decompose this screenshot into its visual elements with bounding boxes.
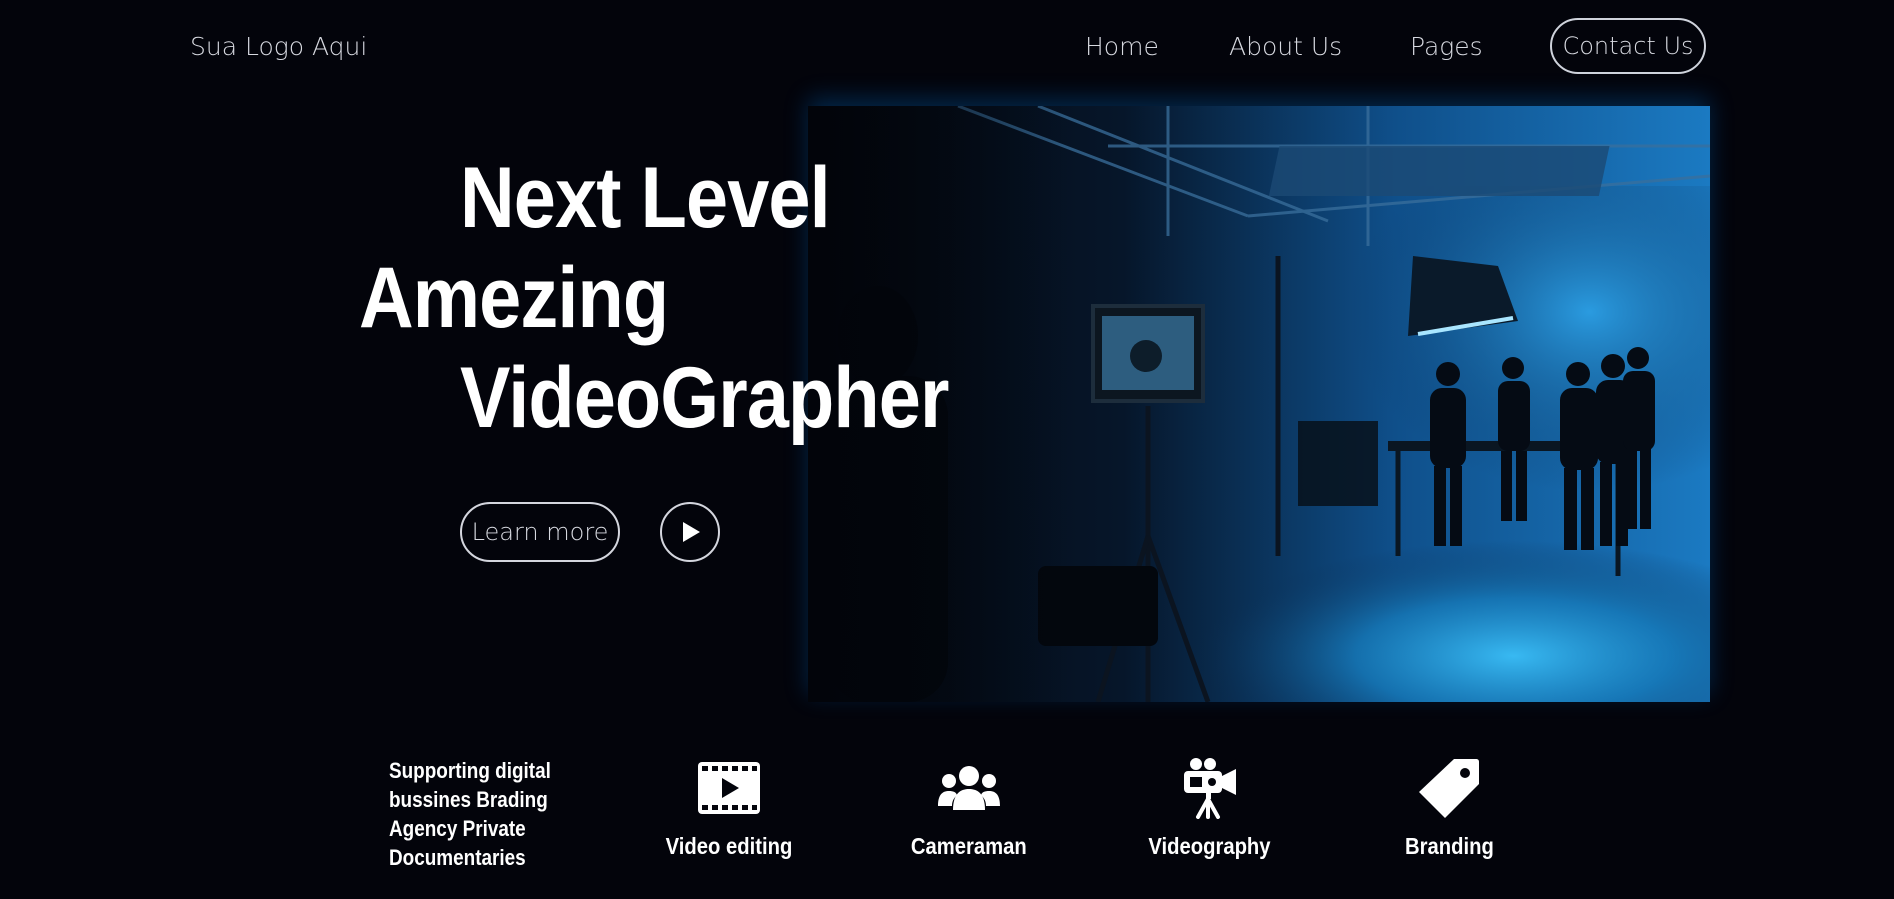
hero-title-line-2: Amezing	[359, 250, 669, 346]
service-videography[interactable]: Videography	[1109, 758, 1309, 860]
nav-about-us[interactable]: About Us	[1229, 32, 1342, 61]
contact-us-button[interactable]: Contact Us	[1550, 18, 1706, 74]
service-branding[interactable]: Branding	[1349, 758, 1549, 860]
nav-pages[interactable]: Pages	[1410, 32, 1483, 61]
learn-more-button[interactable]: Learn more	[460, 502, 620, 562]
service-label: Video editing	[665, 833, 793, 859]
service-label: Cameraman	[911, 833, 1027, 859]
service-video-editing[interactable]: Video editing	[629, 758, 829, 860]
services-intro: Supporting digital bussines Brading Agen…	[389, 758, 551, 870]
nav-home[interactable]: Home	[1085, 32, 1159, 61]
users-group-icon	[938, 766, 1000, 810]
hero-title-line-3: VideoGrapher	[460, 350, 949, 446]
service-cameraman[interactable]: Cameraman	[869, 758, 1069, 860]
video-camera-tripod-icon	[1184, 758, 1236, 819]
service-label: Videography	[1147, 833, 1271, 859]
service-label: Branding	[1404, 833, 1494, 859]
play-button[interactable]	[660, 502, 720, 562]
hero-title-line-1: Next Level	[460, 150, 831, 246]
play-icon	[683, 522, 700, 542]
film-play-icon	[698, 762, 760, 814]
tag-icon	[1419, 759, 1479, 818]
logo[interactable]: Sua Logo Aqui	[190, 32, 367, 61]
